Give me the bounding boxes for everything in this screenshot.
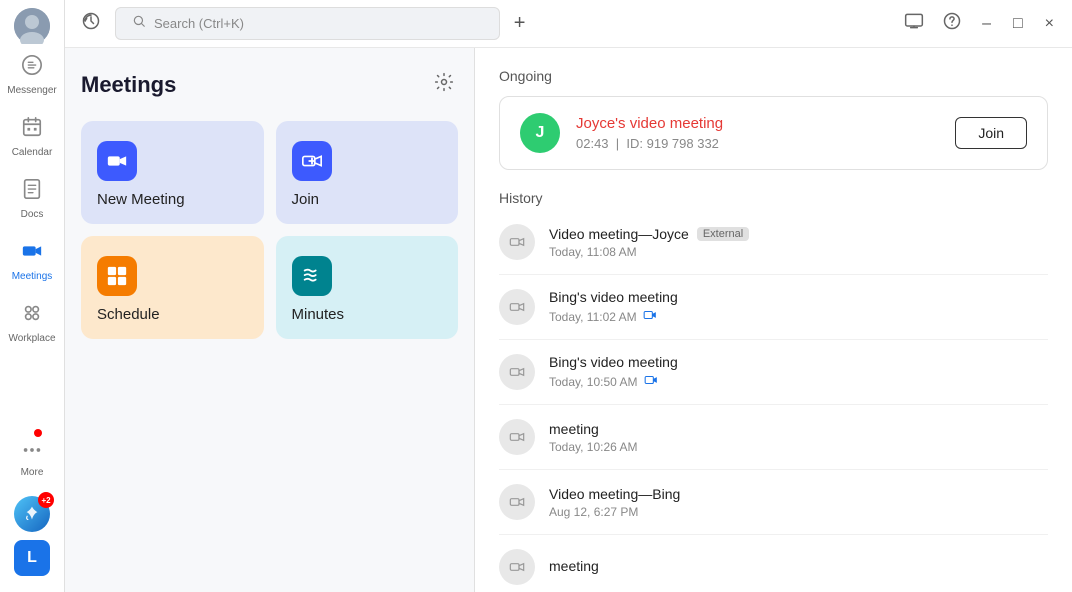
ongoing-id: ID: 919 798 332 bbox=[626, 136, 719, 151]
history-item[interactable]: Bing's video meeting Today, 11:02 AM bbox=[499, 275, 1048, 340]
new-meeting-label: New Meeting bbox=[97, 191, 248, 208]
ongoing-timer: 02:43 bbox=[576, 136, 609, 151]
history-item-name: Video meeting—Joyce bbox=[549, 226, 689, 242]
maximize-button[interactable]: □ bbox=[1007, 15, 1029, 33]
ongoing-meeting-card[interactable]: J Joyce's video meeting 02:43 | ID: 919 … bbox=[499, 96, 1048, 170]
history-item-info: Bing's video meeting Today, 11:02 AM bbox=[549, 289, 1048, 325]
settings-button[interactable] bbox=[430, 68, 458, 101]
join-icon bbox=[292, 141, 332, 181]
history-video-icon bbox=[499, 224, 535, 260]
more-label: More bbox=[21, 467, 44, 478]
meetings-title: Meetings bbox=[81, 72, 176, 98]
messenger-label: Messenger bbox=[7, 85, 56, 96]
minimize-button[interactable]: – bbox=[976, 15, 997, 33]
lark-badge: +2 bbox=[38, 492, 54, 508]
calendar-icon bbox=[21, 116, 43, 144]
workplace-label: Workplace bbox=[8, 333, 55, 344]
history-item-time: Today, 10:26 AM bbox=[549, 440, 1048, 454]
join-card[interactable]: Join bbox=[276, 121, 459, 224]
sidebar-item-docs[interactable]: Docs bbox=[0, 170, 64, 228]
history-video-icon bbox=[499, 289, 535, 325]
history-item[interactable]: Video meeting—Bing Aug 12, 6:27 PM bbox=[499, 470, 1048, 535]
ongoing-info: Joyce's video meeting 02:43 | ID: 919 79… bbox=[576, 115, 939, 151]
new-meeting-icon bbox=[97, 141, 137, 181]
meetings-header: Meetings bbox=[81, 68, 458, 101]
join-label: Join bbox=[292, 191, 443, 208]
meetings-panel: Meetings New bbox=[65, 48, 475, 592]
calendar-label: Calendar bbox=[12, 147, 53, 158]
docs-label: Docs bbox=[21, 209, 44, 220]
add-button[interactable]: + bbox=[510, 8, 530, 39]
history-item-info: Video meeting—Bing Aug 12, 6:27 PM bbox=[549, 486, 1048, 519]
new-meeting-card[interactable]: New Meeting bbox=[81, 121, 264, 224]
search-bar[interactable]: Search (Ctrl+K) bbox=[115, 7, 500, 40]
more-icon bbox=[21, 439, 43, 464]
history-item-info: meeting bbox=[549, 558, 1048, 577]
history-item[interactable]: meeting bbox=[499, 535, 1048, 592]
help-icon[interactable] bbox=[938, 7, 966, 40]
docs-icon bbox=[21, 178, 43, 206]
ongoing-meta: 02:43 | ID: 919 798 332 bbox=[576, 136, 939, 151]
history-item[interactable]: Video meeting—Joyce External Today, 11:0… bbox=[499, 210, 1048, 275]
ongoing-meeting-name: Joyce's video meeting bbox=[576, 115, 939, 132]
history-title: History bbox=[499, 190, 1048, 206]
sidebar-item-workplace[interactable]: Workplace bbox=[0, 294, 64, 352]
messenger-icon bbox=[21, 54, 43, 82]
history-video-icon bbox=[499, 484, 535, 520]
history-video-icon bbox=[499, 354, 535, 390]
ongoing-section: Ongoing J Joyce's video meeting 02:43 | … bbox=[499, 68, 1048, 170]
ongoing-avatar: J bbox=[520, 113, 560, 153]
history-item-name: meeting bbox=[549, 558, 599, 574]
history-button[interactable] bbox=[77, 7, 105, 40]
history-item-time: Today, 11:02 AM bbox=[549, 308, 1048, 325]
user-avatar[interactable] bbox=[14, 8, 50, 44]
sidebar-item-more[interactable]: More bbox=[14, 431, 50, 486]
minutes-icon bbox=[292, 256, 332, 296]
history-item-name: Bing's video meeting bbox=[549, 289, 678, 305]
history-video-icon bbox=[499, 419, 535, 455]
close-button[interactable]: × bbox=[1039, 15, 1060, 33]
main-content: Ongoing J Joyce's video meeting 02:43 | … bbox=[475, 48, 1072, 592]
workplace-icon bbox=[21, 302, 43, 330]
history-item[interactable]: Bing's video meeting Today, 10:50 AM bbox=[499, 340, 1048, 405]
history-item-info: Video meeting—Joyce External Today, 11:0… bbox=[549, 226, 1048, 259]
sidebar-item-messenger[interactable]: Messenger bbox=[0, 46, 64, 104]
history-item-name: meeting bbox=[549, 421, 599, 437]
ongoing-title: Ongoing bbox=[499, 68, 1048, 84]
sidebar-item-calendar[interactable]: Calendar bbox=[0, 108, 64, 166]
join-meeting-button[interactable]: Join bbox=[955, 117, 1027, 149]
schedule-label: Schedule bbox=[97, 306, 248, 323]
minutes-card[interactable]: Minutes bbox=[276, 236, 459, 339]
search-icon bbox=[132, 14, 146, 33]
history-item-name: Bing's video meeting bbox=[549, 354, 678, 370]
recording-icon bbox=[643, 308, 657, 325]
history-item-time: Aug 12, 6:27 PM bbox=[549, 505, 1048, 519]
search-placeholder: Search (Ctrl+K) bbox=[154, 16, 244, 31]
history-video-icon bbox=[499, 549, 535, 585]
more-notification-dot bbox=[34, 429, 42, 437]
screen-share-icon[interactable] bbox=[900, 7, 928, 40]
history-item-info: meeting Today, 10:26 AM bbox=[549, 421, 1048, 454]
history-item-info: Bing's video meeting Today, 10:50 AM bbox=[549, 354, 1048, 390]
sidebar-item-meetings[interactable]: Meetings bbox=[0, 232, 64, 290]
history-item[interactable]: meeting Today, 10:26 AM bbox=[499, 405, 1048, 470]
history-item-time: Today, 10:50 AM bbox=[549, 373, 1048, 390]
history-item-name: Video meeting—Bing bbox=[549, 486, 680, 502]
minutes-label: Minutes bbox=[292, 306, 443, 323]
sidebar: Messenger Calendar Docs bbox=[0, 0, 65, 592]
meeting-cards-grid: New Meeting Join bbox=[81, 121, 458, 339]
meetings-icon bbox=[21, 240, 43, 268]
external-badge: External bbox=[697, 227, 749, 241]
schedule-card[interactable]: Schedule bbox=[81, 236, 264, 339]
meetings-label: Meetings bbox=[12, 271, 53, 282]
recording-icon bbox=[644, 373, 658, 390]
user-initial-button[interactable]: L bbox=[14, 540, 50, 576]
schedule-icon bbox=[97, 256, 137, 296]
history-section: History Video meeting—Joyce External bbox=[499, 190, 1048, 592]
lark-icon-wrap[interactable]: +2 bbox=[14, 496, 50, 532]
history-item-time: Today, 11:08 AM bbox=[549, 245, 1048, 259]
